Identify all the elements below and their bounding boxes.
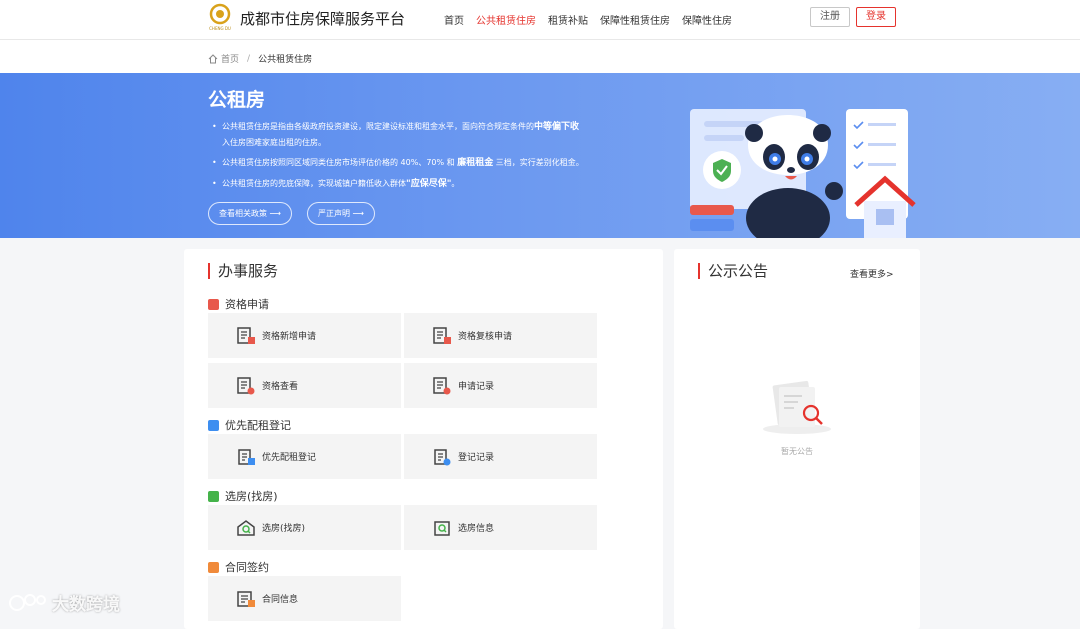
view-policy-button[interactable]: 查看相关政策 ⟶	[208, 202, 293, 225]
banner-bullet: 公共租赁住房按照同区域同类住房市场评估价格的 40%、70% 和 廉租租金 三档…	[212, 155, 632, 171]
section-house-selection: 选房(找房)	[208, 488, 278, 504]
site-title: 成都市住房保障服务平台	[240, 10, 406, 28]
svg-text:CHENG DU: CHENG DU	[209, 26, 231, 31]
form-check-icon	[433, 326, 451, 344]
tile-contract-info[interactable]: 合同信息	[208, 576, 401, 621]
empty-document-icon	[763, 380, 831, 434]
tile-eligibility-view[interactable]: 资格查看	[208, 363, 401, 408]
banner-bullet: 公共租赁住房的兜底保障，实现城镇户籍低收入群体"应保尽保"。	[212, 176, 632, 192]
chengdu-logo[interactable]: CHENG DU	[208, 3, 232, 33]
nav-affordable-rental[interactable]: 保障性租赁住房	[600, 12, 670, 27]
services-title: 办事服务	[208, 263, 278, 279]
section-priority-registration: 优先配租登记	[208, 417, 291, 433]
form-add-icon	[237, 326, 255, 344]
panda-illustration	[690, 109, 916, 238]
form-history-icon	[433, 376, 451, 394]
brand-logo-icon	[9, 593, 46, 611]
breadcrumb: 首页 / 公共租赁住房	[0, 40, 1080, 73]
nav-public-rental[interactable]: 公共租赁住房	[476, 12, 536, 27]
register-button[interactable]: 注册	[810, 7, 850, 27]
banner-title: 公租房	[208, 89, 266, 111]
nav-rent-subsidy[interactable]: 租赁补贴	[548, 12, 588, 27]
section-contract: 合同签约	[208, 559, 269, 575]
notice-title: 公示公告	[698, 263, 768, 279]
form-view-icon	[237, 376, 255, 394]
house-search-icon	[208, 490, 219, 502]
section-eligibility: 资格申请	[208, 296, 269, 312]
clipboard-clock-icon	[434, 448, 451, 465]
contract-icon	[208, 561, 219, 573]
main-nav: 首页 公共租赁住房 租赁补贴 保障性租赁住房 保障性住房	[444, 12, 744, 27]
breadcrumb-separator: /	[247, 53, 251, 64]
login-button[interactable]: 登录	[856, 7, 896, 27]
nav-home[interactable]: 首页	[444, 12, 464, 27]
house-info-icon	[434, 520, 450, 536]
tile-application-record[interactable]: 申请记录	[404, 363, 597, 408]
view-more-link[interactable]: 查看更多>	[850, 267, 894, 280]
banner-bullet: 公共租赁住房是指由各级政府投资建设，限定建设标准和租金水平，面向符合规定条件的中…	[212, 119, 632, 150]
top-header: CHENG DU 成都市住房保障服务平台 首页 公共租赁住房 租赁补贴 保障性租…	[0, 0, 1080, 40]
tile-priority-registration[interactable]: 优先配租登记	[208, 434, 401, 479]
watermark: 大数跨境	[8, 590, 120, 615]
services-card: 办事服务 资格申请 资格新增申请 资格复核申请 资格查看 申请记录 优先配租登记…	[184, 249, 663, 629]
tile-new-application[interactable]: 资格新增申请	[208, 313, 401, 358]
clipboard-edit-icon	[238, 448, 255, 465]
notice-card: 公示公告 查看更多> 暂无公告	[674, 249, 920, 629]
breadcrumb-current: 公共租赁住房	[258, 55, 313, 65]
home-icon	[208, 53, 218, 63]
house-search-icon	[237, 519, 255, 536]
breadcrumb-home[interactable]: 首页	[221, 52, 239, 65]
hero-banner: 公租房 公共租赁住房是指由各级政府投资建设，限定建设标准和租金水平，面向符合规定…	[0, 73, 1080, 238]
tile-renewal-application[interactable]: 资格复核申请	[404, 313, 597, 358]
nav-affordable-housing[interactable]: 保障性住房	[682, 12, 732, 27]
tile-select-house[interactable]: 选房(找房)	[208, 505, 401, 550]
empty-notice-text: 暂无公告	[781, 447, 813, 456]
document-icon	[208, 298, 219, 310]
tile-registration-record[interactable]: 登记记录	[404, 434, 597, 479]
document-icon	[208, 419, 219, 431]
statement-button[interactable]: 严正声明 ⟶	[307, 202, 376, 225]
contract-icon	[237, 590, 255, 607]
banner-bullets: 公共租赁住房是指由各级政府投资建设，限定建设标准和租金水平，面向符合规定条件的中…	[212, 119, 632, 197]
tile-selection-info[interactable]: 选房信息	[404, 505, 597, 550]
